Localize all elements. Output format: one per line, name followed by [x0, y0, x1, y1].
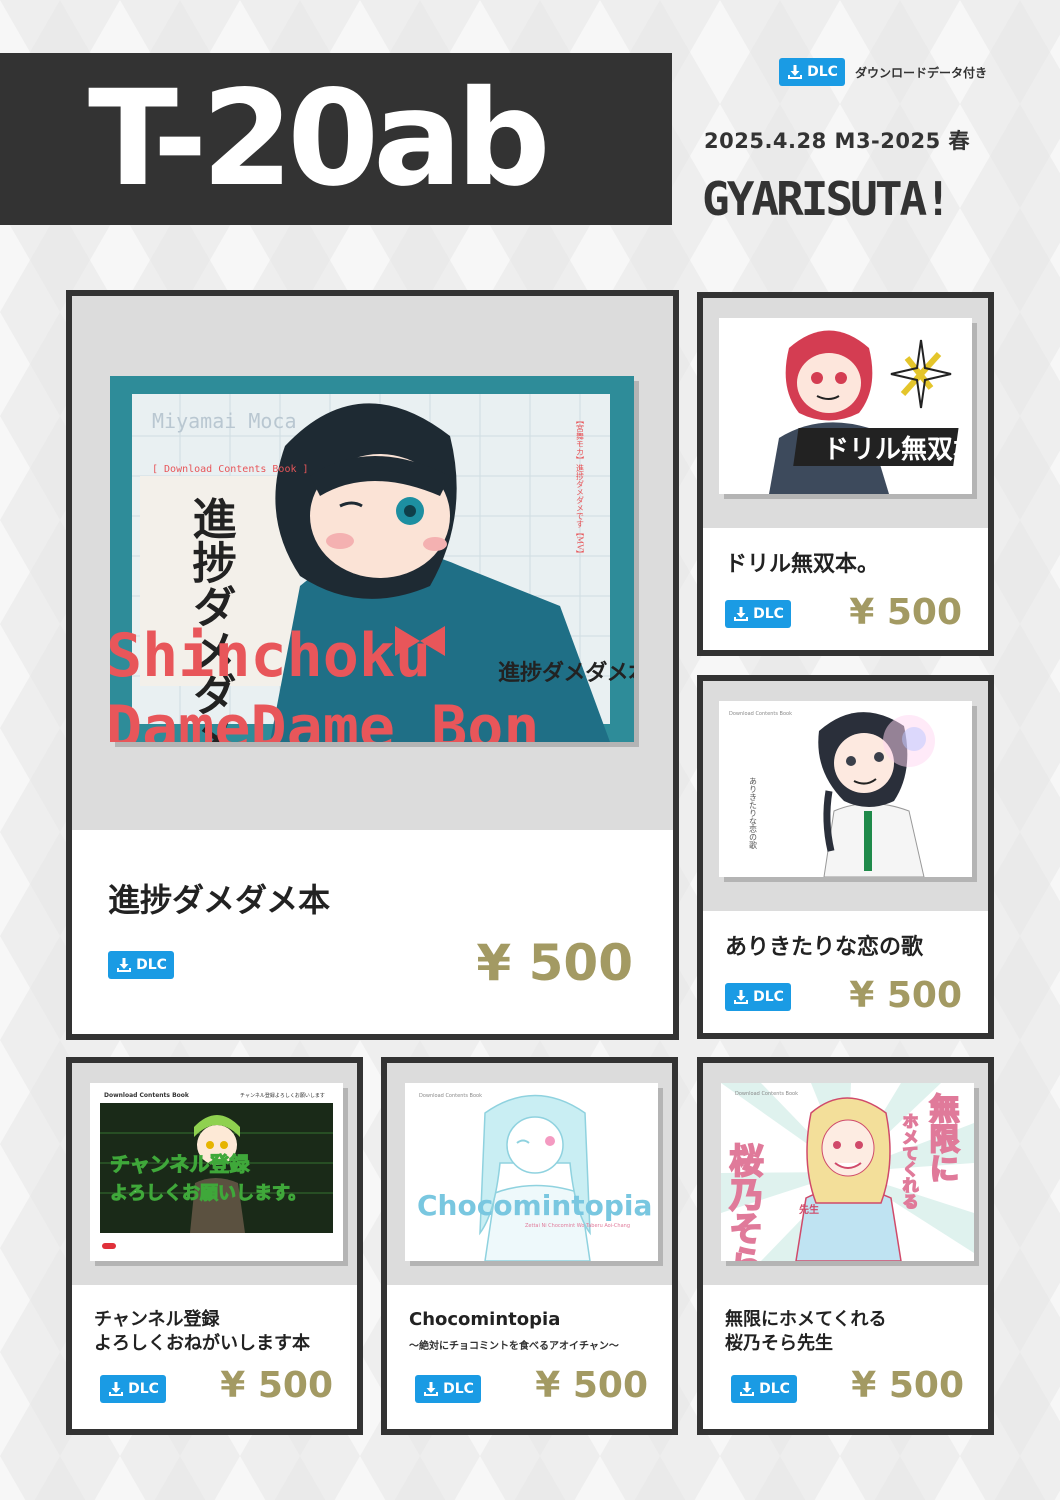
- circle-name: GYARISUTA!: [702, 172, 952, 226]
- dlc-badge-label: DLC: [807, 64, 838, 80]
- cover-image[interactable]: Download Contents Book Chocomintopia Zet…: [405, 1083, 658, 1261]
- product-name: ありきたりな恋の歌: [725, 935, 924, 960]
- dlc-badge: DLC: [725, 600, 791, 628]
- download-icon: [734, 607, 749, 621]
- cover-tag: Download Contents Book: [729, 711, 792, 717]
- dlc-badge-label: DLC: [128, 1381, 159, 1397]
- dlc-badge: DLC: [108, 951, 174, 979]
- cover-illustration: Download Contents Book ありきたりな恋の歌: [719, 701, 972, 877]
- download-icon: [424, 1382, 439, 1396]
- download-icon: [734, 990, 749, 1004]
- dlc-badge: DLC: [725, 983, 791, 1011]
- cover-author: Miyamai Moca: [152, 409, 297, 433]
- dlc-badge-label: DLC: [759, 1381, 790, 1397]
- dlc-legend: DLC ダウンロードデータ付き: [779, 58, 987, 86]
- cover-logo: 進捗ダメダメ本: [498, 660, 634, 686]
- product-name-line1: 無限にホメてくれる: [725, 1309, 887, 1330]
- download-icon: [117, 958, 132, 972]
- product-card[interactable]: Download Contents Book チャンネル登録よろしくお願いします…: [66, 1057, 363, 1435]
- cover-left-small: 先生: [799, 1203, 819, 1216]
- dlc-badge-label: DLC: [753, 606, 784, 622]
- dlc-badge: DLC: [779, 58, 845, 86]
- product-card[interactable]: Download Contents Book Chocomintopia Zet…: [381, 1057, 678, 1435]
- product-name-line2: 桜乃そら先生: [725, 1333, 833, 1354]
- cover-tag: Download Contents Book: [419, 1093, 482, 1099]
- cover-line1: チャンネル登録: [110, 1152, 250, 1176]
- cover-image[interactable]: ドリル無双本。: [719, 318, 972, 494]
- cover-right: 無限に: [924, 1093, 960, 1183]
- download-icon: [109, 1382, 124, 1396]
- cover-logo: ドリル無双本。: [823, 435, 972, 465]
- product-name-line1: チャンネル登録: [94, 1309, 220, 1330]
- cover-image[interactable]: Download Contents Book 桜乃そら 先生 無限に ホメてくれ…: [721, 1083, 974, 1261]
- product-price: ¥ 500: [849, 592, 962, 633]
- download-icon: [740, 1382, 755, 1396]
- cover-tag: [ Download Contents Book ]: [152, 464, 309, 475]
- cover-side-text: 【宮舞モカ】進捗ダメダメです【MV】: [576, 416, 585, 558]
- cover-title-en-2: DameDame Bon: [110, 693, 539, 742]
- dlc-badge: DLC: [731, 1375, 797, 1403]
- product-name: ドリル無双本。: [725, 552, 880, 577]
- product-price: ¥ 500: [851, 1365, 964, 1406]
- cover-tag: Download Contents Book: [104, 1092, 190, 1099]
- product-price: ¥ 500: [476, 934, 633, 992]
- cover-image[interactable]: Download Contents Book チャンネル登録よろしくお願いします…: [90, 1083, 343, 1261]
- dlc-badge-label: DLC: [136, 957, 167, 973]
- dlc-badge: DLC: [415, 1375, 481, 1403]
- event-date: 2025.4.28 M3-2025 春: [704, 129, 971, 153]
- product-card-main[interactable]: Miyamai Moca [ Download Contents Book ] …: [66, 290, 679, 1040]
- product-price: ¥ 500: [849, 975, 962, 1016]
- product-card[interactable]: Download Contents Book 桜乃そら 先生 無限に ホメてくれ…: [697, 1057, 994, 1435]
- dlc-badge: DLC: [100, 1375, 166, 1403]
- product-card[interactable]: ドリル無双本。 ドリル無双本。 DLC ¥ 500: [697, 292, 994, 656]
- cover-title-en-1: Shinchoku: [110, 621, 431, 691]
- dlc-badge-label: DLC: [753, 989, 784, 1005]
- product-price: ¥ 500: [535, 1365, 648, 1406]
- cover-title: Chocomintopia: [417, 1189, 652, 1222]
- product-name: 進捗ダメダメ本: [108, 881, 331, 919]
- cover-left: 桜乃そら: [723, 1143, 763, 1261]
- cover-image[interactable]: Miyamai Moca [ Download Contents Book ] …: [110, 376, 634, 742]
- cover-tag: Download Contents Book: [735, 1091, 798, 1097]
- cover-right2: ホメてくれる: [900, 1113, 919, 1209]
- dlc-legend-text: ダウンロードデータ付き: [855, 65, 988, 80]
- cover-line2: よろしくお願いします。: [110, 1183, 306, 1204]
- product-price: ¥ 500: [220, 1365, 333, 1406]
- cover-title: ありきたりな恋の歌: [749, 777, 758, 850]
- cover-illustration: Miyamai Moca [ Download Contents Book ] …: [110, 376, 634, 742]
- product-name: Chocomintopia: [409, 1309, 561, 1330]
- cover-illustration: Download Contents Book Chocomintopia Zet…: [405, 1083, 658, 1261]
- cover-image[interactable]: Download Contents Book ありきたりな恋の歌: [719, 701, 972, 877]
- cover-illustration: Download Contents Book 桜乃そら 先生 無限に ホメてくれ…: [721, 1083, 974, 1261]
- cover-illustration: Download Contents Book チャンネル登録よろしくお願いします…: [90, 1083, 343, 1261]
- product-subtitle: 〜絶対にチョコミントを食べるアオイチャン〜: [409, 1341, 619, 1352]
- download-icon: [788, 65, 803, 79]
- product-card[interactable]: Download Contents Book ありきたりな恋の歌 ありきたりな恋…: [697, 675, 994, 1039]
- cover-top-right: チャンネル登録よろしくお願いします: [240, 1092, 325, 1099]
- cover-illustration: ドリル無双本。: [719, 318, 972, 494]
- page-title: T-20ab: [0, 53, 672, 225]
- dlc-badge-label: DLC: [443, 1381, 474, 1397]
- product-name-line2: よろしくおねがいします本: [94, 1333, 310, 1354]
- cover-caption: Zettai Ni Chocomint Wo Taberu Aoi-Chang: [525, 1223, 630, 1229]
